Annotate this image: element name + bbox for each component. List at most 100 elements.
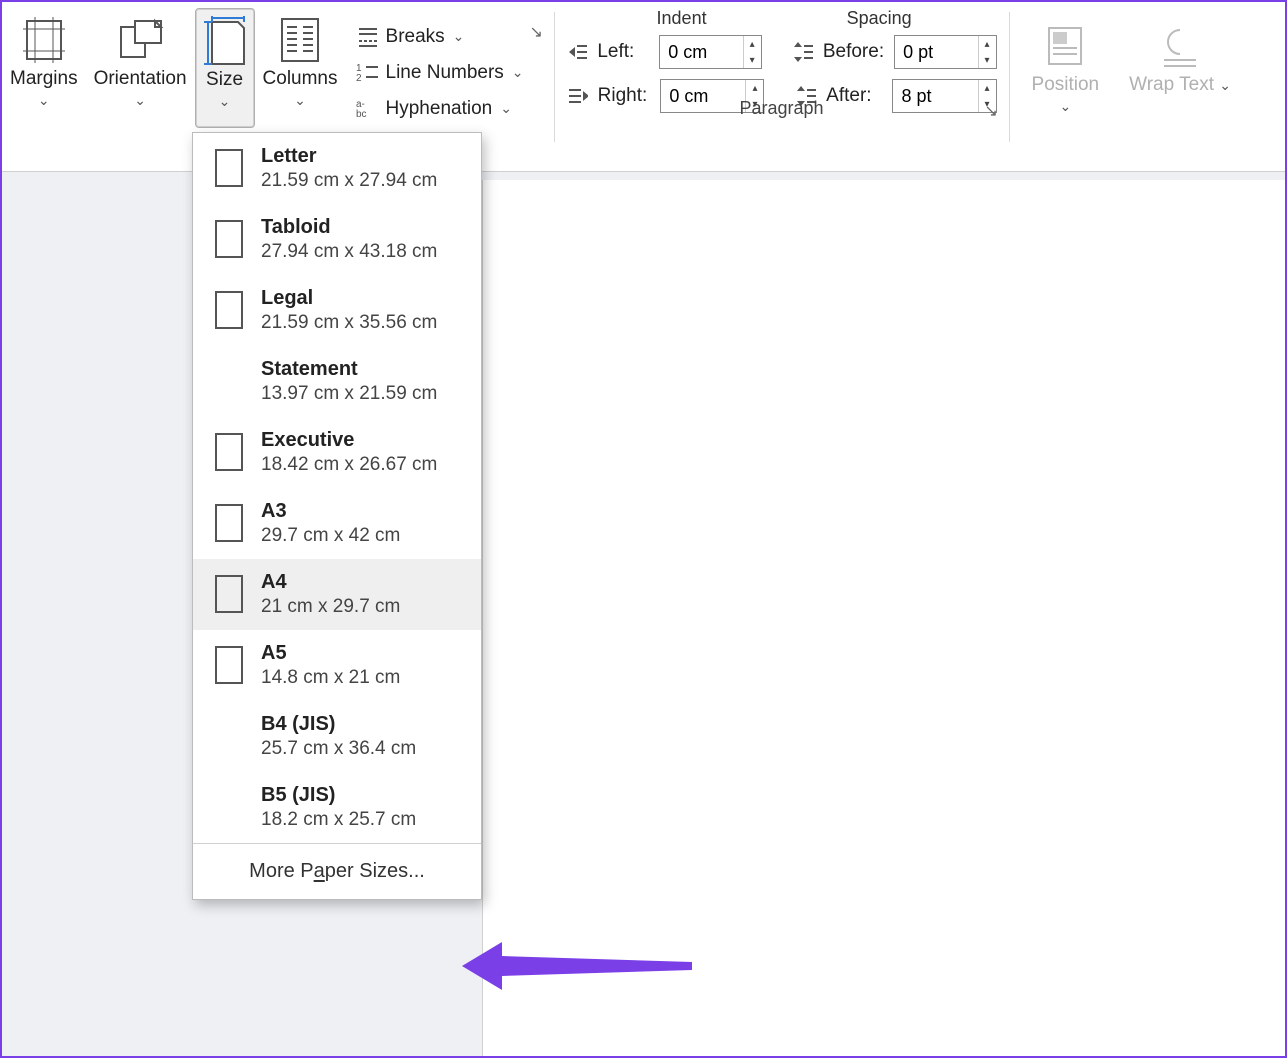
size-option-name: Tabloid bbox=[261, 216, 437, 239]
chevron-down-icon: ⌄ bbox=[1059, 98, 1071, 115]
spin-up-icon[interactable]: ▴ bbox=[979, 36, 996, 52]
margins-button[interactable]: Margins ⌄ bbox=[2, 8, 86, 128]
size-option-dims: 18.42 cm x 26.67 cm bbox=[261, 454, 437, 476]
line-numbers-button[interactable]: 12 Line Numbers ⌄ bbox=[356, 61, 524, 85]
chevron-down-icon: ⌄ bbox=[38, 92, 50, 109]
indent-left-value: 0 cm bbox=[660, 42, 742, 63]
spin-up-icon[interactable]: ▴ bbox=[979, 80, 996, 96]
size-option-dims: 25.7 cm x 36.4 cm bbox=[261, 738, 416, 760]
chevron-down-icon: ⌄ bbox=[134, 92, 146, 109]
orientation-button[interactable]: Orientation ⌄ bbox=[86, 8, 195, 128]
line-numbers-icon: 12 bbox=[356, 61, 380, 85]
svg-text:bc: bc bbox=[356, 109, 367, 120]
page-thumb-icon bbox=[215, 646, 243, 684]
spacing-before-value: 0 pt bbox=[895, 42, 977, 63]
size-option-a3[interactable]: A329.7 cm x 42 cm bbox=[193, 488, 481, 559]
size-option-letter[interactable]: Letter21.59 cm x 27.94 cm bbox=[193, 133, 481, 204]
chevron-down-icon: ⌄ bbox=[453, 28, 465, 45]
hyphenation-button[interactable]: a-bc Hyphenation ⌄ bbox=[356, 97, 524, 121]
spacing-after-input[interactable]: 8 pt ▴▾ bbox=[892, 79, 996, 113]
page-setup-dialog-launcher[interactable]: ↘ bbox=[530, 22, 548, 40]
orientation-label: Orientation bbox=[94, 68, 187, 90]
spin-down-icon[interactable]: ▾ bbox=[744, 52, 761, 68]
size-option-statement[interactable]: Statement13.97 cm x 21.59 cm bbox=[193, 346, 481, 417]
paragraph-dialog-launcher[interactable]: ↘ bbox=[985, 101, 1003, 119]
size-dropdown: Letter21.59 cm x 27.94 cmTabloid27.94 cm… bbox=[192, 132, 482, 900]
size-option-name: Statement bbox=[261, 358, 437, 381]
size-icon bbox=[204, 16, 246, 66]
spacing-header: Spacing bbox=[847, 8, 912, 29]
columns-icon bbox=[280, 17, 320, 63]
more-label-accel: a bbox=[314, 860, 325, 882]
size-option-name: A5 bbox=[261, 642, 400, 665]
svg-text:2: 2 bbox=[356, 73, 362, 84]
chevron-down-icon: ⌄ bbox=[219, 93, 231, 110]
size-option-dims: 21.59 cm x 35.56 cm bbox=[261, 312, 437, 334]
size-option-dims: 18.2 cm x 25.7 cm bbox=[261, 809, 416, 831]
more-label-pre: More P bbox=[249, 860, 313, 882]
spacing-after-value: 8 pt bbox=[893, 86, 977, 107]
size-option-legal[interactable]: Legal21.59 cm x 35.56 cm bbox=[193, 275, 481, 346]
indent-left-icon bbox=[567, 40, 588, 64]
size-option-b5-jis-[interactable]: B5 (JIS)18.2 cm x 25.7 cm bbox=[193, 772, 481, 843]
size-button[interactable]: Size ⌄ bbox=[195, 8, 255, 128]
spin-up-icon[interactable]: ▴ bbox=[744, 36, 761, 52]
columns-button[interactable]: Columns ⌄ bbox=[255, 8, 346, 128]
size-option-a5[interactable]: A514.8 cm x 21 cm bbox=[193, 630, 481, 701]
page-setup-small-group: Breaks ⌄ 12 Line Numbers ⌄ a-bc Hyphenat… bbox=[346, 8, 534, 133]
breaks-label: Breaks bbox=[386, 26, 445, 48]
size-option-tabloid[interactable]: Tabloid27.94 cm x 43.18 cm bbox=[193, 204, 481, 275]
position-button: Position ⌄ bbox=[1024, 14, 1108, 134]
size-option-b4-jis-[interactable]: B4 (JIS)25.7 cm x 36.4 cm bbox=[193, 701, 481, 772]
more-paper-sizes-button[interactable]: More Paper Sizes... bbox=[193, 843, 481, 899]
page-thumb-icon bbox=[215, 149, 243, 187]
page-thumb-icon bbox=[215, 575, 243, 613]
size-option-name: Legal bbox=[261, 287, 437, 310]
spacing-after-label: After: bbox=[826, 85, 882, 107]
page-thumb-icon bbox=[215, 433, 243, 471]
spin-down-icon[interactable]: ▾ bbox=[979, 52, 996, 68]
paragraph-group: Indent Spacing Left: 0 cm ▴▾ Before: 0 p… bbox=[555, 8, 1009, 123]
indent-header: Indent bbox=[657, 8, 707, 29]
page-thumb-icon bbox=[215, 504, 243, 542]
indent-right-label: Right: bbox=[598, 85, 651, 107]
indent-right-value: 0 cm bbox=[661, 86, 745, 107]
spacing-before-input[interactable]: 0 pt ▴▾ bbox=[894, 35, 996, 69]
chevron-down-icon: ⌄ bbox=[294, 92, 306, 109]
size-option-name: B4 (JIS) bbox=[261, 713, 416, 736]
position-label: Position bbox=[1032, 74, 1100, 96]
paragraph-group-label: Paragraph bbox=[740, 98, 824, 119]
page-thumb-icon bbox=[215, 291, 243, 329]
wrap-text-label: Wrap Text ⌄ bbox=[1129, 74, 1231, 96]
size-option-name: A4 bbox=[261, 571, 400, 594]
arrange-group: Position ⌄ Wrap Text ⌄ bbox=[1010, 8, 1247, 134]
margins-icon bbox=[23, 17, 65, 63]
size-option-dims: 13.97 cm x 21.59 cm bbox=[261, 383, 437, 405]
hyphenation-icon: a-bc bbox=[356, 97, 380, 121]
size-option-a4[interactable]: A421 cm x 29.7 cm bbox=[193, 559, 481, 630]
indent-left-label: Left: bbox=[597, 41, 649, 63]
spin-up-icon[interactable]: ▴ bbox=[746, 80, 763, 96]
spacing-before-icon bbox=[792, 40, 813, 64]
wrap-text-button: Wrap Text ⌄ bbox=[1121, 14, 1239, 134]
columns-label: Columns bbox=[263, 68, 338, 90]
size-option-executive[interactable]: Executive18.42 cm x 26.67 cm bbox=[193, 417, 481, 488]
chevron-down-icon: ⌄ bbox=[512, 64, 524, 81]
indent-left-input[interactable]: 0 cm ▴▾ bbox=[659, 35, 761, 69]
page-thumb-icon bbox=[215, 220, 243, 258]
size-option-dims: 29.7 cm x 42 cm bbox=[261, 525, 400, 547]
more-label-post: per Sizes... bbox=[325, 860, 425, 882]
margins-label: Margins bbox=[10, 68, 78, 90]
document-canvas bbox=[482, 180, 1285, 1056]
size-option-name: A3 bbox=[261, 500, 400, 523]
size-option-name: Executive bbox=[261, 429, 437, 452]
size-option-dims: 14.8 cm x 21 cm bbox=[261, 667, 400, 689]
breaks-button[interactable]: Breaks ⌄ bbox=[356, 25, 524, 49]
orientation-icon bbox=[115, 17, 165, 63]
spacing-before-label: Before: bbox=[823, 41, 884, 63]
size-option-name: B5 (JIS) bbox=[261, 784, 416, 807]
size-option-dims: 21 cm x 29.7 cm bbox=[261, 596, 400, 618]
size-option-name: Letter bbox=[261, 145, 437, 168]
wrap-text-icon bbox=[1158, 24, 1202, 68]
indent-right-icon bbox=[567, 84, 588, 108]
